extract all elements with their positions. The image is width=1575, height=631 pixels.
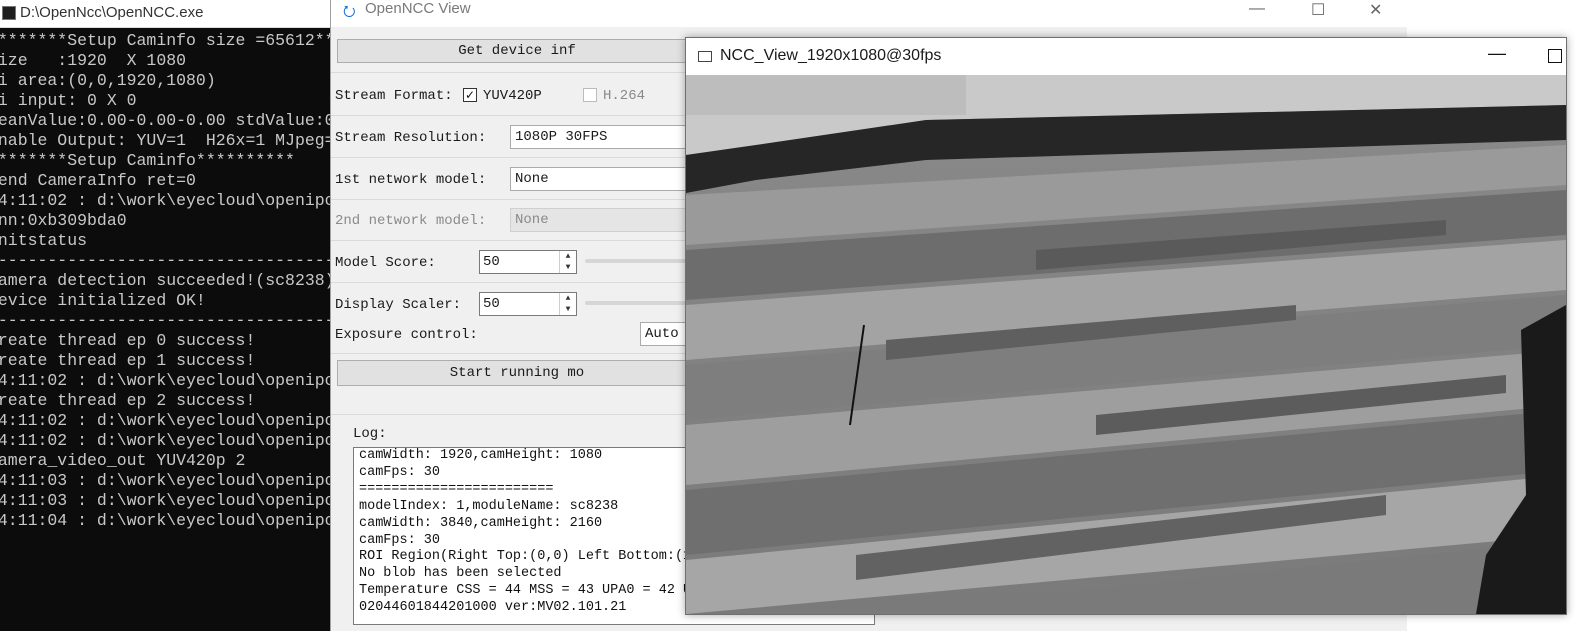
- console-title: D:\OpenNcc\OpenNCC.exe: [20, 4, 204, 21]
- ncc-view-titlebar[interactable]: NCC_View_1920x1080@30fps —: [686, 38, 1566, 75]
- h264-label: H.264: [603, 88, 646, 104]
- stream-resolution-label: Stream Resolution:: [335, 130, 487, 146]
- console-line: Enable Output: YUV=1 H26x=1 MJpeg=: [0, 131, 335, 150]
- floor-photo: [686, 75, 1566, 614]
- console-line: 14:11:03 : d:\work\eyecloud\openipc: [0, 491, 335, 510]
- display-scaler-slider[interactable]: [585, 301, 695, 305]
- minimize-icon[interactable]: —: [1249, 0, 1265, 18]
- row-divider: [331, 115, 691, 116]
- stream-resolution-select[interactable]: 1080P 30FPS: [510, 125, 710, 149]
- row-divider: [331, 157, 691, 158]
- row-divider: [331, 199, 691, 200]
- console-line: Camera detection succeeded!(sc8238): [0, 271, 335, 290]
- arrow-down-icon[interactable]: ▼: [566, 305, 571, 314]
- yuv420p-checkbox[interactable]: ✓: [463, 88, 477, 102]
- view-titlebar[interactable]: ⭮ OpenNCC View — ☐ ✕: [331, 0, 1407, 27]
- console-line: Create thread ep 0 success!: [0, 331, 256, 350]
- spin-arrows[interactable]: ▲ ▼: [559, 293, 576, 315]
- spin-arrows[interactable]: ▲ ▼: [559, 251, 576, 273]
- console-line: oi area:(0,0,1920,1080): [0, 71, 216, 90]
- display-scaler-label: Display Scaler:: [335, 297, 462, 313]
- minimize-icon[interactable]: —: [1488, 43, 1506, 64]
- console-line: 14:11:02 : d:\work\eyecloud\openipc: [0, 431, 335, 450]
- first-network-model-label: 1st network model:: [335, 172, 487, 188]
- display-scaler-value: 50: [483, 296, 500, 312]
- arrow-down-icon[interactable]: ▼: [566, 263, 571, 272]
- console-line: Device initialized OK!: [0, 291, 206, 310]
- window-icon: [698, 51, 712, 62]
- console-output: ********Setup Caminfo size =65612** size …: [0, 31, 335, 631]
- console-line: Create thread ep 1 success!: [0, 351, 256, 370]
- console-line: onn:0xb309bda0: [0, 211, 127, 230]
- console-line: 14:11:02 : d:\work\eyecloud\openipc: [0, 191, 335, 210]
- row-divider: [331, 282, 691, 283]
- row-divider: [331, 353, 691, 354]
- log-label: Log:: [353, 426, 387, 442]
- h264-checkbox[interactable]: [583, 88, 597, 102]
- console-line: 14:11:02 : d:\work\eyecloud\openipc: [0, 371, 335, 390]
- view-title: OpenNCC View: [365, 0, 471, 17]
- console-line: size :1920 X 1080: [0, 51, 187, 70]
- model-score-value: 50: [483, 254, 500, 270]
- console-icon: [2, 6, 16, 20]
- start-running-button[interactable]: Start running mo: [337, 360, 697, 386]
- console-window: D:\OpenNcc\OpenNCC.exe ********Setup Cam…: [0, 0, 335, 631]
- console-line: initstatus: [0, 231, 88, 250]
- console-line: ********Setup Caminfo**********: [0, 151, 295, 170]
- console-line: 14:11:02 : d:\work\eyecloud\openipc: [0, 411, 335, 430]
- ncc-view-title: NCC_View_1920x1080@30fps: [720, 47, 942, 64]
- console-line: -----------------------------------: [0, 251, 335, 270]
- exposure-control-label: Exposure control:: [335, 327, 478, 343]
- console-line: Send CameraInfo ret=0: [0, 171, 196, 190]
- ncc-view-window: NCC_View_1920x1080@30fps —: [685, 37, 1567, 615]
- get-device-info-button[interactable]: Get device inf: [337, 39, 697, 63]
- console-line: ********Setup Caminfo size =65612**: [0, 31, 335, 50]
- yuv420p-label: YUV420P: [483, 88, 542, 104]
- model-score-slider[interactable]: [585, 259, 695, 263]
- check-icon: ✓: [464, 88, 476, 102]
- arrow-up-icon[interactable]: ▲: [566, 294, 571, 303]
- console-line: 14:11:03 : d:\work\eyecloud\openipc: [0, 471, 335, 490]
- second-network-model-label: 2nd network model:: [335, 213, 487, 229]
- arrow-up-icon[interactable]: ▲: [566, 252, 571, 261]
- model-score-label: Model Score:: [335, 255, 436, 271]
- opennc-logo-icon: ⭮: [343, 3, 356, 20]
- camera-feed-image: [686, 75, 1566, 614]
- stream-format-label: Stream Format:: [335, 88, 453, 104]
- display-scaler-spinbox[interactable]: 50 ▲ ▼: [479, 292, 577, 316]
- second-network-model-select[interactable]: None: [510, 208, 710, 232]
- console-line: camera_video_out YUV420p 2: [0, 451, 246, 470]
- console-line: oi input: 0 X 0: [0, 91, 137, 110]
- console-line: 14:11:04 : d:\work\eyecloud\openipc: [0, 511, 335, 530]
- console-line: meanValue:0.00-0.00-0.00 stdValue:0: [0, 111, 335, 130]
- row-divider: [331, 72, 691, 73]
- model-score-spinbox[interactable]: 50 ▲ ▼: [479, 250, 577, 274]
- close-icon[interactable]: ✕: [1369, 0, 1382, 20]
- console-line: Create thread ep 2 success!: [0, 391, 256, 410]
- maximize-icon[interactable]: [1548, 49, 1562, 63]
- console-titlebar[interactable]: D:\OpenNcc\OpenNCC.exe: [0, 0, 335, 28]
- row-divider: [331, 240, 691, 241]
- row-divider: [331, 414, 691, 415]
- first-network-model-select[interactable]: None: [510, 167, 710, 191]
- maximize-icon[interactable]: ☐: [1311, 0, 1325, 20]
- console-line: -----------------------------------: [0, 311, 335, 330]
